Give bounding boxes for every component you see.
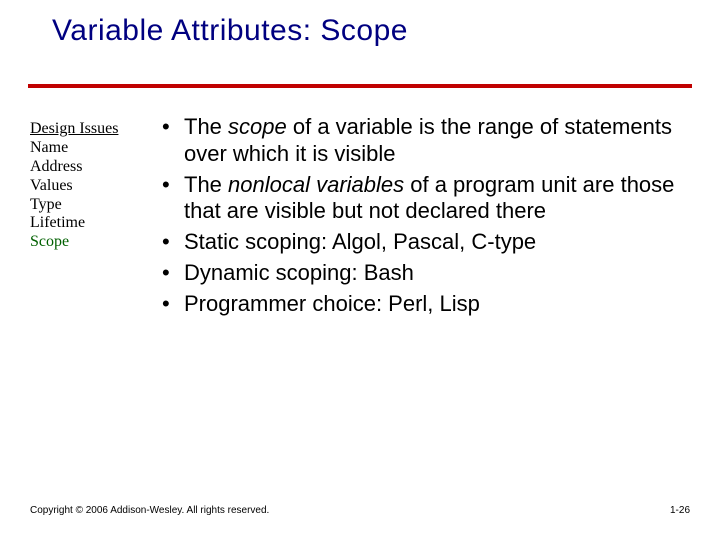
bullet-emph: scope xyxy=(228,114,287,139)
bullet-text: Static scoping: Algol, Pascal, C-type xyxy=(184,229,536,254)
bullet-emph: nonlocal variables xyxy=(228,172,404,197)
sidebar-item: Address xyxy=(30,158,142,177)
sidebar: Design Issues Name Address Values Type L… xyxy=(30,120,142,252)
sidebar-item-active: Scope xyxy=(30,233,142,252)
sidebar-item: Type xyxy=(30,196,142,215)
bullet-text: Dynamic scoping: Bash xyxy=(184,260,414,285)
bullet-text: The xyxy=(184,114,228,139)
bullet-text: The xyxy=(184,172,228,197)
sidebar-heading: Design Issues xyxy=(30,120,142,139)
sidebar-item: Name xyxy=(30,139,142,158)
bullet-text: Programmer choice: Perl, Lisp xyxy=(184,291,480,316)
footer-page-number: 1-26 xyxy=(670,505,690,516)
bullet-item: The scope of a variable is the range of … xyxy=(160,114,700,168)
sidebar-item: Lifetime xyxy=(30,214,142,233)
footer-copyright: Copyright © 2006 Addison-Wesley. All rig… xyxy=(30,505,269,516)
bullet-item: Static scoping: Algol, Pascal, C-type xyxy=(160,229,700,256)
bullet-item: The nonlocal variables of a program unit… xyxy=(160,172,700,226)
sidebar-item: Values xyxy=(30,177,142,196)
slide: Variable Attributes: Scope Design Issues… xyxy=(0,0,720,540)
title-rule xyxy=(28,84,692,88)
bullet-item: Dynamic scoping: Bash xyxy=(160,260,700,287)
body-content: The scope of a variable is the range of … xyxy=(160,114,700,322)
bullet-item: Programmer choice: Perl, Lisp xyxy=(160,291,700,318)
slide-title: Variable Attributes: Scope xyxy=(52,14,408,48)
